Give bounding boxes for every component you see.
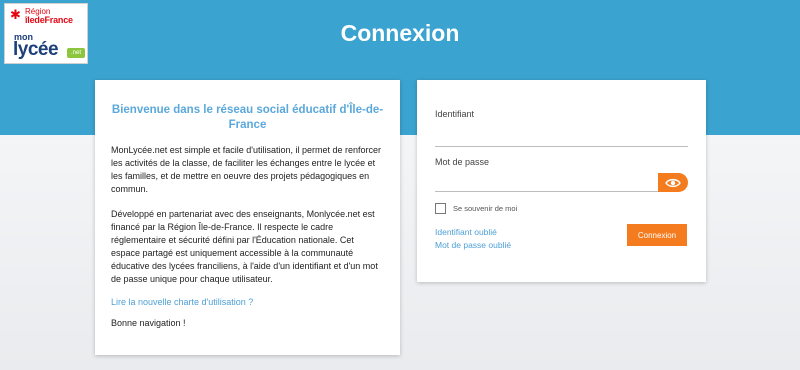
closing-text: Bonne navigation !: [111, 318, 186, 328]
remember-me-label: Se souvenir de moi: [453, 204, 518, 213]
monlycee-logo-net: .net: [67, 48, 85, 58]
password-field[interactable]: [435, 191, 658, 192]
identifier-field[interactable]: [435, 146, 688, 147]
forgot-identifier-link[interactable]: Identifiant oublié: [435, 227, 497, 237]
connect-button[interactable]: Connexion: [627, 224, 687, 246]
welcome-paragraph-2: Développé en partenariat avec des enseig…: [111, 209, 378, 284]
welcome-title: Bienvenue dans le réseau social éducatif…: [111, 104, 384, 131]
show-password-button[interactable]: [658, 173, 688, 192]
page-title: Connexion: [340, 20, 460, 46]
welcome-paragraph-1: MonLycée.net est simple et facile d'util…: [111, 145, 382, 194]
remember-me-checkbox[interactable]: [435, 203, 446, 214]
password-label: Mot de passe: [435, 157, 490, 167]
forgot-password-link[interactable]: Mot de passe oublié: [435, 240, 511, 250]
star-icon: ✱: [10, 7, 21, 22]
charter-link[interactable]: Lire la nouvelle charte d'utilisation ?: [111, 297, 384, 307]
identifier-label: Identifiant: [435, 109, 475, 119]
welcome-card: Bienvenue dans le réseau social éducatif…: [95, 80, 400, 355]
region-logo-line2: îledeFrance: [25, 15, 73, 25]
logo: ✱ Région îledeFrance mon lycée .net: [4, 3, 88, 64]
login-form: Identifiant Mot de passe Se souvenir de …: [417, 80, 706, 282]
eye-icon: [665, 178, 681, 187]
monlycee-logo-lycee: lycée: [13, 39, 59, 60]
